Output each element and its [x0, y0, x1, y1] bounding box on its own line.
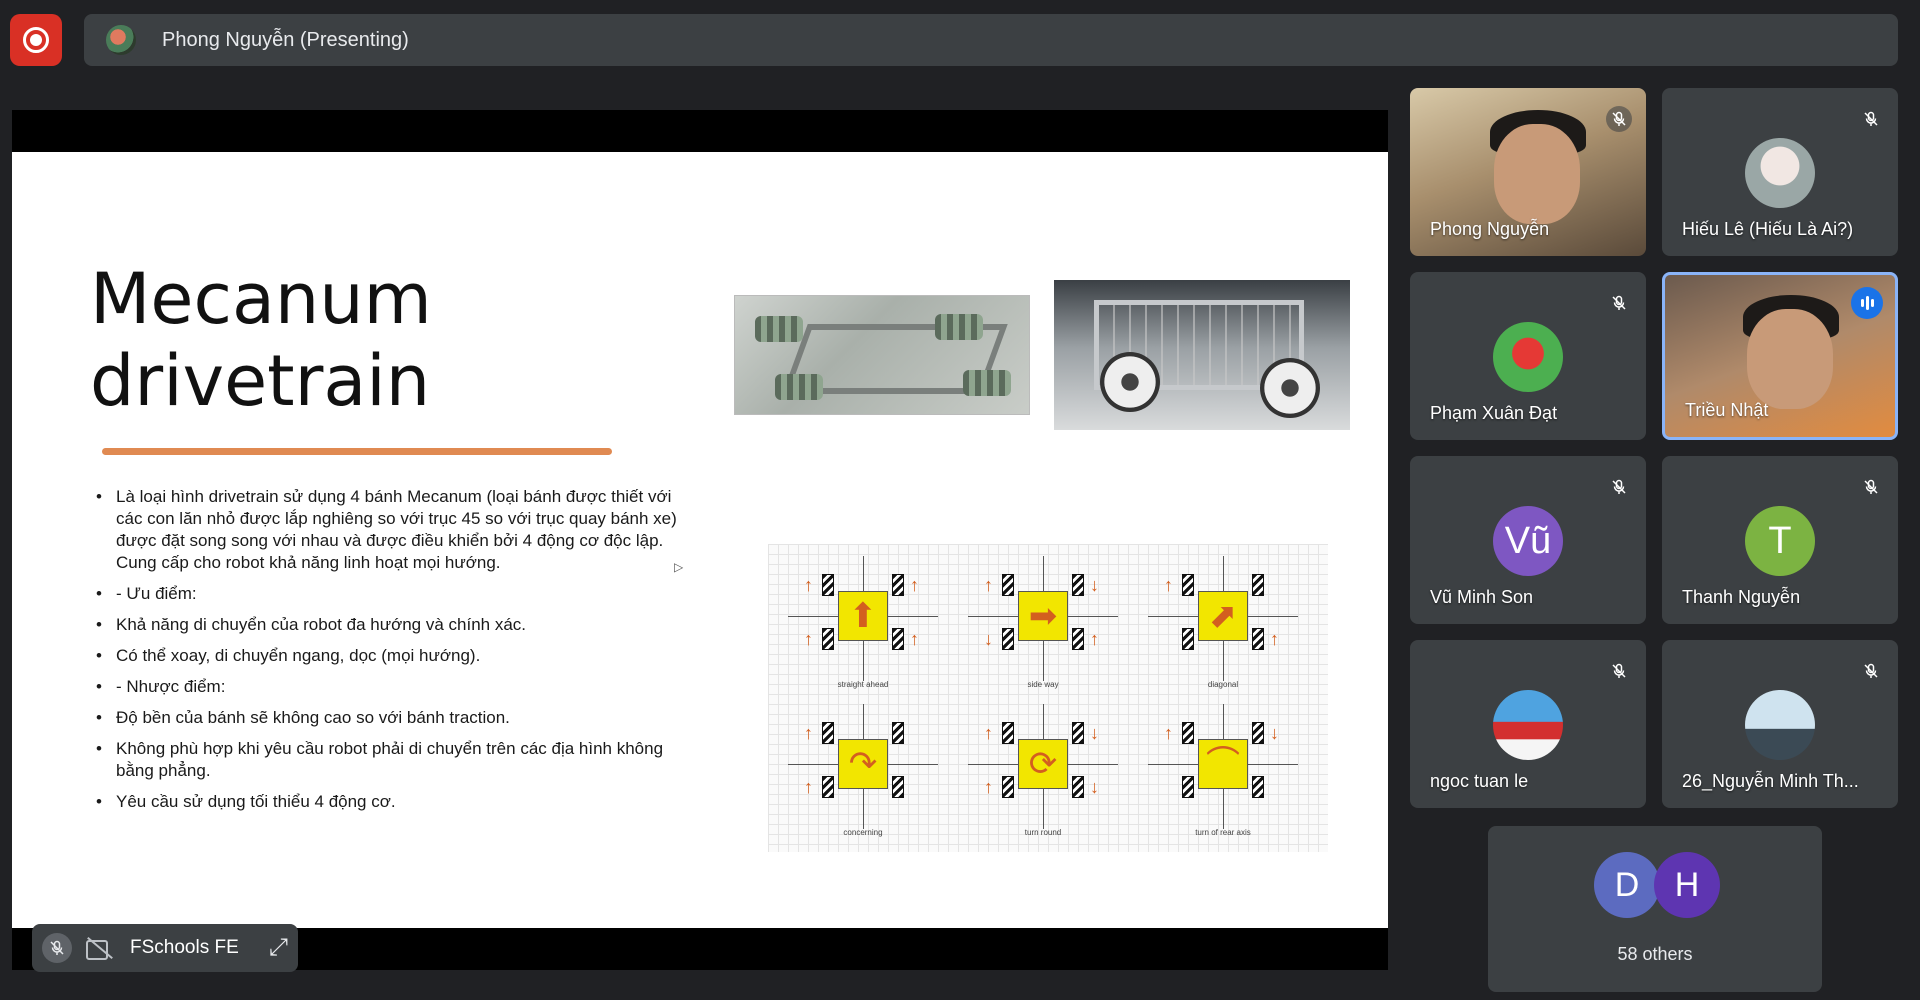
avatar [1745, 138, 1815, 208]
participant-tile-active-speaker[interactable]: Triều Nhật [1662, 272, 1898, 440]
slide-title-line1: Mecanum [90, 258, 432, 340]
mic-off-icon [1858, 658, 1884, 684]
presentation-stage: Mecanum drivetrain Là loại hình drivetra… [12, 110, 1388, 970]
bullet-item: Độ bền của bánh sẽ không cao so với bánh… [90, 707, 690, 729]
avatar: D [1594, 852, 1660, 918]
avatar [1493, 322, 1563, 392]
diagram-caption: turn round [1024, 828, 1062, 837]
mic-off-icon [42, 933, 72, 963]
participant-name: Triều Nhật [1685, 400, 1769, 420]
participant-tile[interactable]: 26_Nguyễn Minh Th... [1662, 640, 1898, 808]
slide-bullet-list: Là loại hình drivetrain sử dụng 4 bánh M… [90, 486, 690, 822]
presenter-chip-name: FSchools FE [130, 937, 239, 958]
others-count-label: 58 others [1617, 944, 1693, 964]
participant-name: 26_Nguyễn Minh Th... [1682, 771, 1859, 791]
shared-slide: Mecanum drivetrain Là loại hình drivetra… [12, 152, 1388, 928]
title-underline [102, 448, 612, 455]
diagram-caption: straight ahead [837, 680, 889, 689]
mecanum-robot-photo [1054, 280, 1350, 430]
recording-button[interactable] [10, 14, 62, 66]
presenter-label: Phong Nguyễn (Presenting) [162, 28, 409, 51]
participant-name: Phong Nguyễn [1430, 219, 1550, 239]
bullet-item: - Ưu điểm: [90, 583, 690, 605]
avatar: H [1654, 852, 1720, 918]
motion-cell-diagonal: ↑ ↑ ⬈ diagonal [1138, 556, 1308, 696]
participant-tile[interactable]: Hiếu Lê (Hiếu Là Ai?) [1662, 88, 1898, 256]
expand-icon[interactable]: ⤢ [269, 934, 288, 962]
record-icon [23, 27, 49, 53]
diagram-caption: concerning [843, 828, 883, 837]
others-tile[interactable]: D H 58 others [1488, 826, 1822, 992]
motion-cell-turn-round: ↑ ↓ ↑ ↓ ⟳ turn round [958, 704, 1128, 844]
avatar: T [1745, 506, 1815, 576]
motion-cell-concerning: ↑ ↑ ↷ concerning [778, 704, 948, 844]
presenter-banner[interactable]: Phong Nguyễn (Presenting) [84, 14, 1898, 66]
avatar [1745, 690, 1815, 760]
participant-name: Phạm Xuân Đạt [1430, 403, 1558, 423]
arrow-up-icon: ⬆ [838, 591, 888, 641]
diagram-caption: side way [1027, 680, 1059, 689]
diagram-caption: turn of rear axis [1195, 828, 1251, 837]
camera-off-icon [86, 937, 114, 960]
bullet-item: Yêu cầu sử dụng tối thiểu 4 động cơ. [90, 791, 690, 813]
mic-off-icon [1606, 106, 1632, 132]
bullet-item: Có thể xoay, di chuyển ngang, dọc (mọi h… [90, 645, 690, 667]
bullet-item: Không phù hợp khi yêu cầu robot phải di … [90, 738, 690, 782]
slide-title: Mecanum drivetrain [90, 258, 432, 422]
presenter-avatar [106, 25, 136, 55]
mic-off-icon [1858, 106, 1884, 132]
arc-arrow-icon: ⌒ [1198, 739, 1248, 789]
bullet-item: Là loại hình drivetrain sử dụng 4 bánh M… [90, 486, 690, 574]
arrow-curve-icon: ↷ [838, 739, 888, 789]
bullet-item: - Nhược điểm: [90, 676, 690, 698]
avatar: Vũ [1493, 506, 1563, 576]
participant-name: Hiếu Lê (Hiếu Là Ai?) [1682, 219, 1854, 239]
mic-off-icon [1606, 474, 1632, 500]
motion-cell-sideway: ↑ ↓ ↓ ↑ ➡ side way [958, 556, 1128, 696]
participant-tile[interactable]: Vũ Vũ Minh Son [1410, 456, 1646, 624]
mic-off-icon [1606, 658, 1632, 684]
motion-cell-rear-axis: ↑ ↓ ⌒ turn of rear axis [1138, 704, 1308, 844]
rotate-icon: ⟳ [1018, 739, 1068, 789]
mic-off-icon [1858, 474, 1884, 500]
participant-name: ngoc tuan le [1430, 771, 1529, 791]
participant-tile[interactable]: ngoc tuan le [1410, 640, 1646, 808]
speaking-indicator-icon [1851, 287, 1883, 319]
presenter-chip[interactable]: FSchools FE ⤢ [32, 924, 298, 972]
arrow-right-icon: ➡ [1018, 591, 1068, 641]
participant-tile[interactable]: T Thanh Nguyễn [1662, 456, 1898, 624]
slide-title-line2: drivetrain [90, 340, 431, 422]
mic-off-icon [1606, 290, 1632, 316]
bullet-item: Khả năng di chuyển của robot đa hướng và… [90, 614, 690, 636]
participant-tile[interactable]: Phạm Xuân Đạt [1410, 272, 1646, 440]
mecanum-chassis-render-image [734, 295, 1030, 415]
participant-tile[interactable]: Phong Nguyễn [1410, 88, 1646, 256]
avatar [1493, 690, 1563, 760]
participant-name: Thanh Nguyễn [1682, 587, 1801, 607]
arrow-diagonal-icon: ⬈ [1198, 591, 1248, 641]
mecanum-motion-diagram: ↑ ↑ ↑ ↑ ⬆ straight ahead ↑ ↓ ↓ ↑ ➡ side way … [768, 544, 1328, 852]
motion-cell-straight: ↑ ↑ ↑ ↑ ⬆ straight ahead [778, 556, 948, 696]
participant-name: Vũ Minh Son [1430, 587, 1534, 607]
diagram-caption: diagonal [1207, 680, 1239, 689]
pointer-cursor-icon: ▷ [674, 560, 684, 574]
